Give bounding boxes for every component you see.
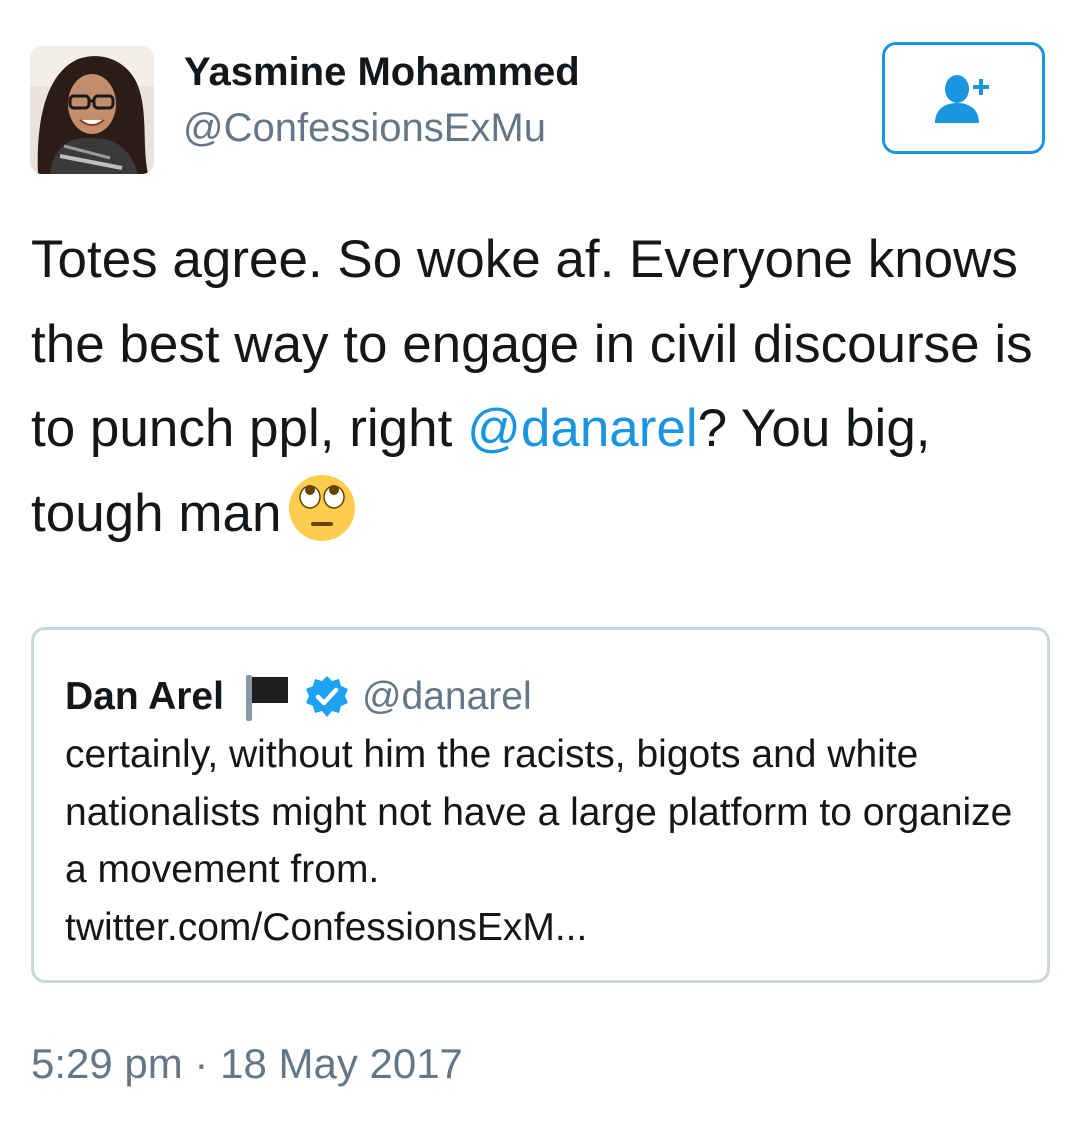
add-user-icon	[934, 75, 989, 123]
quoted-tweet-link[interactable]: twitter.com/ConfessionsExM...	[65, 906, 587, 949]
tweet-timestamp[interactable]: 5:29 pm · 18 May 2017	[31, 1040, 463, 1088]
quoted-author-name: Dan Arel	[65, 675, 224, 718]
verified-badge-icon	[305, 676, 348, 717]
mention-link[interactable]: @danarel	[467, 399, 698, 458]
author-handle[interactable]: @ConfessionsExMu	[183, 106, 546, 151]
quoted-tweet-card[interactable]: Dan Arel @danarel certainly, without him…	[31, 627, 1050, 983]
quoted-author-handle: @danarel	[361, 675, 532, 718]
author-name[interactable]: Yasmine Mohammed	[184, 50, 580, 95]
quoted-tweet-text: certainly, without him the racists, bigo…	[65, 726, 1025, 956]
quoted-tweet-header: Dan Arel @danarel	[65, 672, 532, 722]
face-with-rolling-eyes-icon	[289, 474, 356, 541]
tweet-text: Totes agree. So woke af. Everyone knows …	[31, 218, 1041, 556]
black-flag-icon	[245, 675, 288, 721]
avatar-photo	[30, 46, 154, 174]
quoted-tweet-body: certainly, without him the racists, bigo…	[65, 733, 1013, 891]
avatar[interactable]	[30, 46, 154, 174]
follow-button[interactable]	[882, 42, 1045, 154]
